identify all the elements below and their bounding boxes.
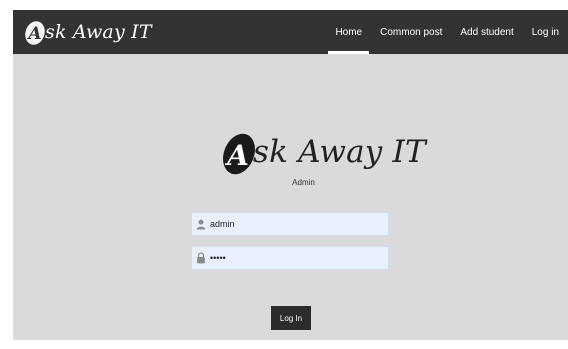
login-logo-mark-icon: A — [219, 124, 259, 180]
password-field[interactable] — [191, 246, 389, 270]
login-logo-letter: A — [224, 139, 249, 172]
password-input[interactable] — [210, 253, 380, 263]
main-nav: Home Common post Add student Log in — [326, 10, 568, 54]
login-logo: A sk Away IT — [219, 124, 426, 180]
nav-add-student[interactable]: Add student — [451, 10, 522, 54]
login-subtitle: Admin — [292, 178, 315, 187]
top-navbar: A sk Away IT Home Common post Add studen… — [13, 10, 568, 54]
login-logo-name: sk Away IT — [253, 134, 426, 170]
brand-logo-letter: A — [26, 24, 41, 44]
username-field[interactable] — [191, 212, 389, 236]
nav-log-in[interactable]: Log in — [523, 10, 568, 54]
nav-home-label: Home — [335, 26, 363, 38]
nav-common-post[interactable]: Common post — [371, 10, 451, 54]
nav-common-post-label: Common post — [380, 26, 443, 38]
login-button[interactable]: Log In — [271, 306, 311, 330]
brand-name: sk Away IT — [45, 21, 152, 43]
username-input[interactable] — [210, 219, 380, 229]
lock-icon — [196, 252, 206, 264]
nav-log-in-label: Log in — [531, 26, 559, 38]
logo-mark-icon: A — [23, 17, 49, 47]
user-icon — [196, 218, 206, 230]
brand-logo[interactable]: A sk Away IT — [23, 17, 152, 47]
nav-add-student-label: Add student — [460, 26, 514, 38]
nav-home[interactable]: Home — [326, 10, 371, 54]
app-frame: A sk Away IT Home Common post Add studen… — [13, 10, 568, 340]
